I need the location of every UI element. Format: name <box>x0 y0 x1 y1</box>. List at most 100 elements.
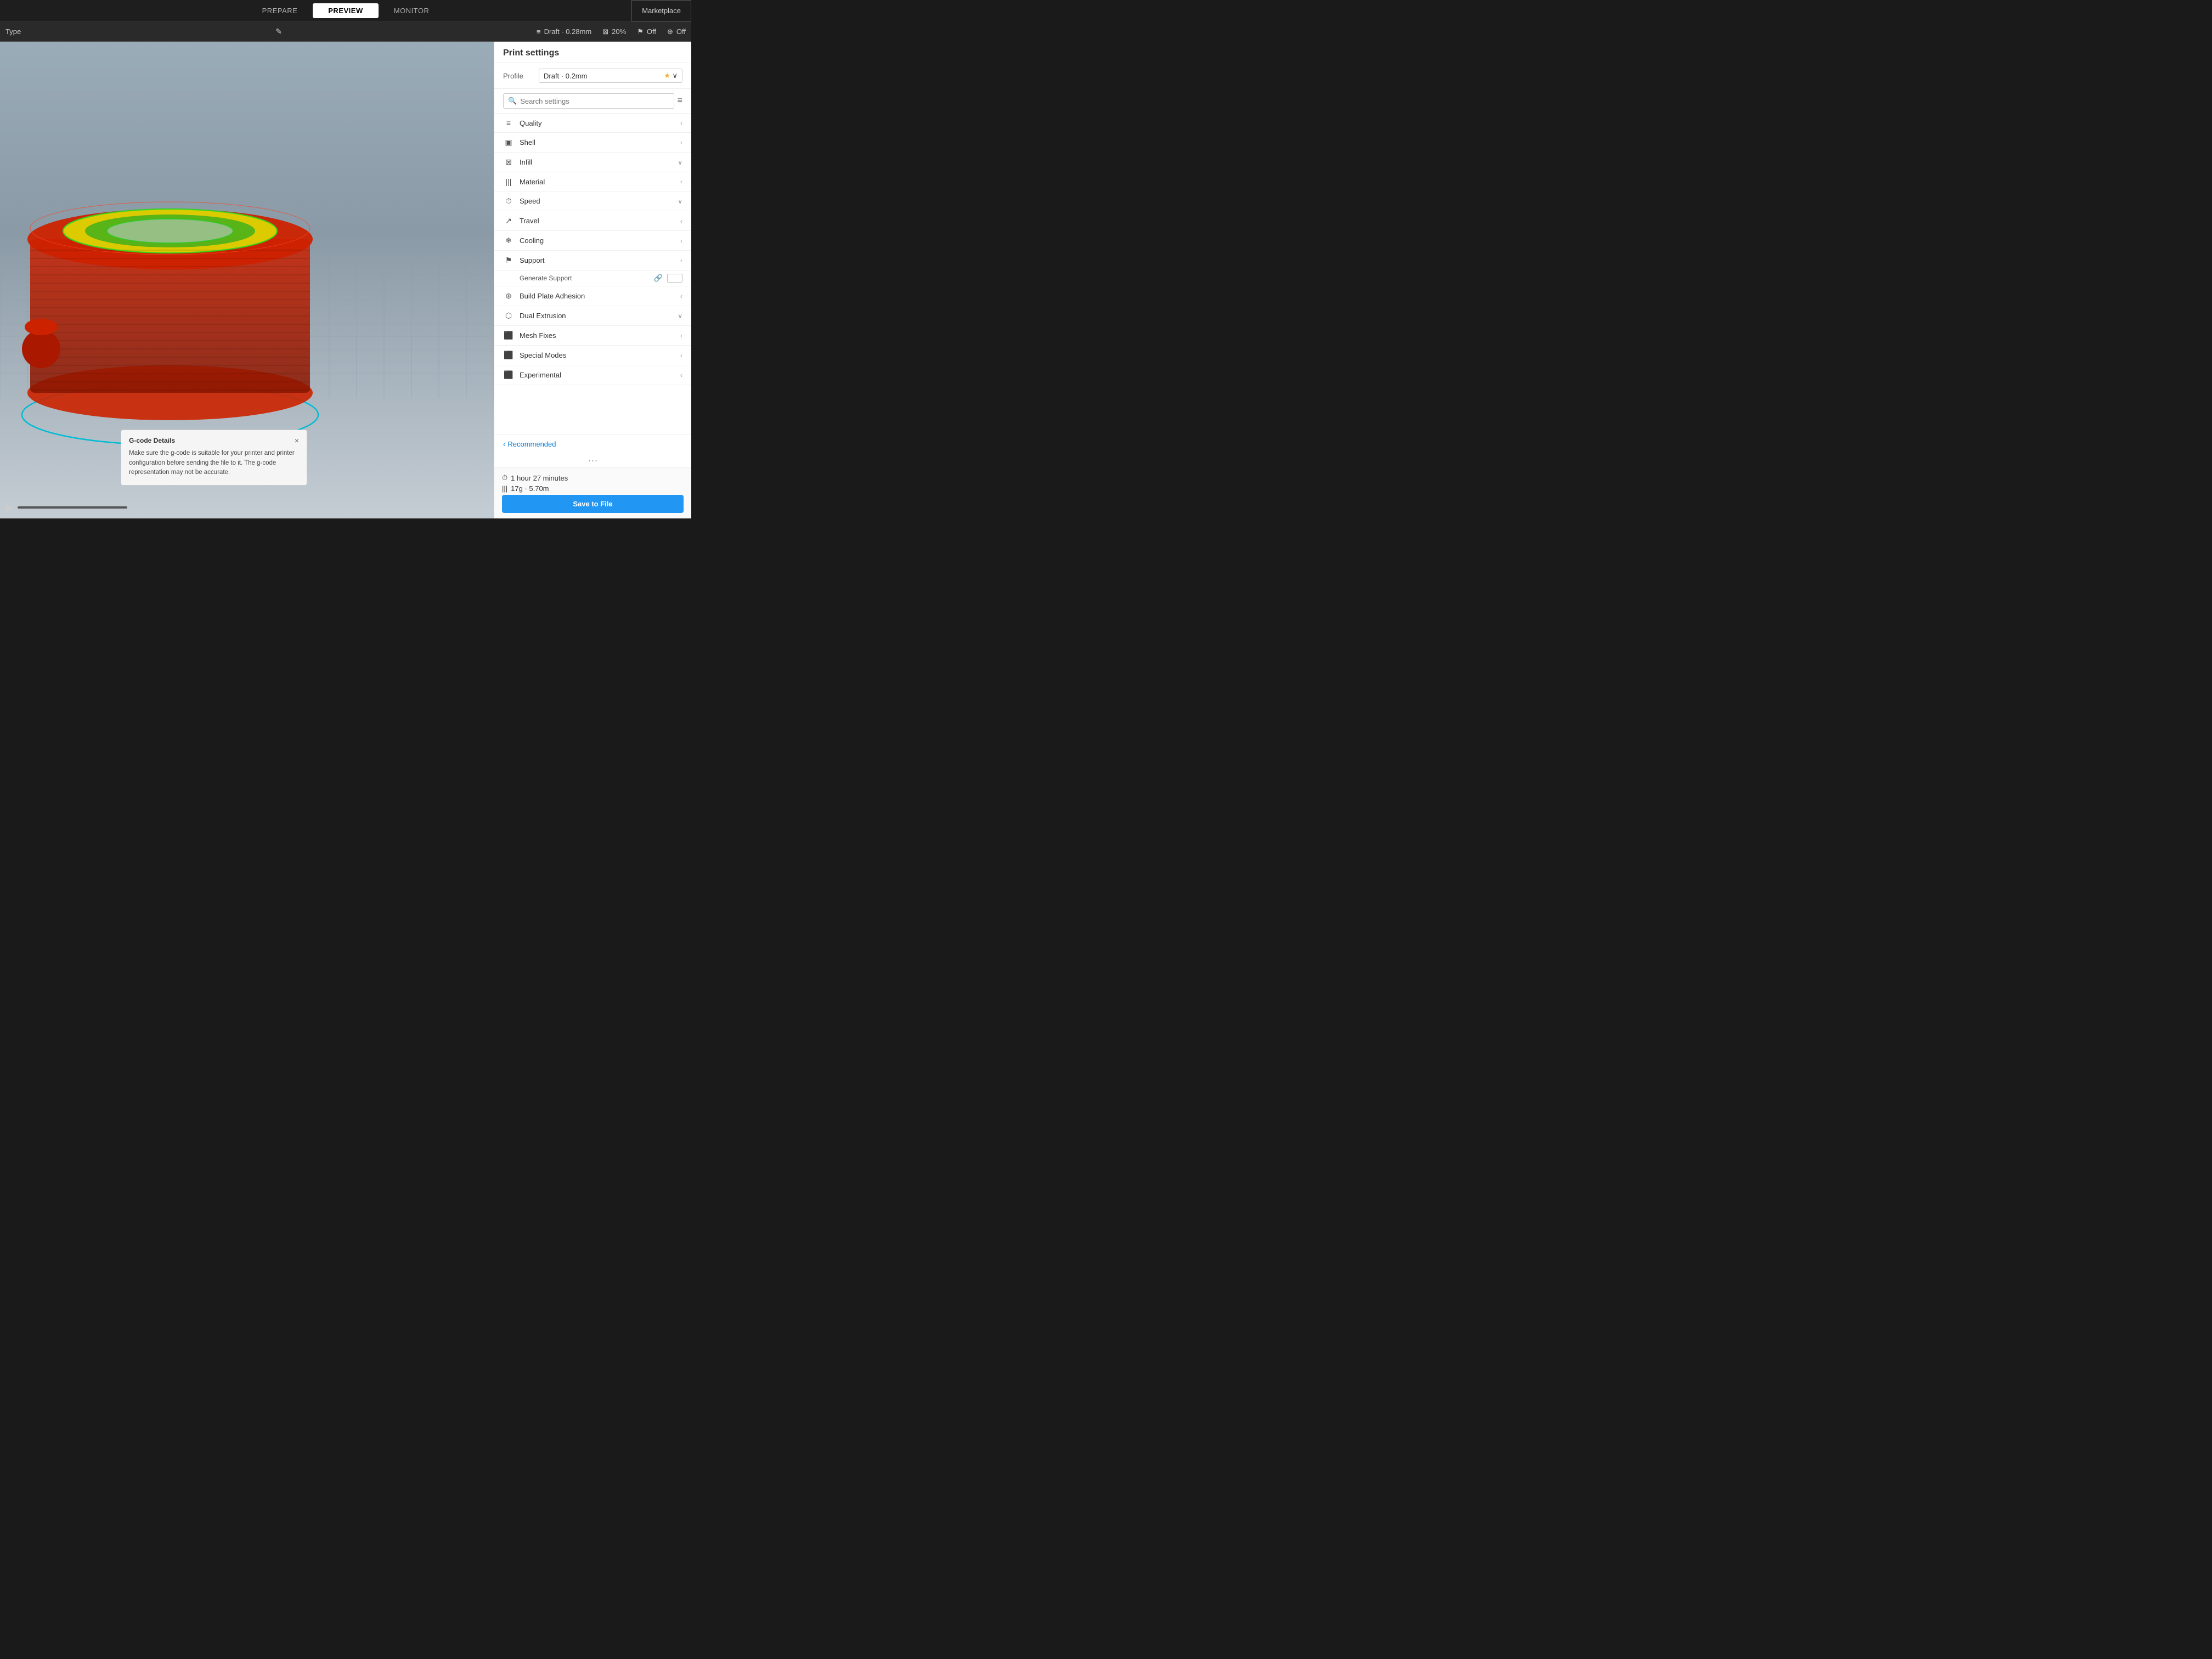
layers-icon: ≡ <box>537 27 541 36</box>
star-icon: ★ <box>664 71 670 80</box>
playback-slider[interactable] <box>18 506 127 509</box>
gcode-popup-header: G-code Details × <box>129 437 299 444</box>
weight-label: 17g · 5.70m <box>511 484 549 493</box>
preview-button[interactable]: PREVIEW <box>313 3 378 18</box>
status-section: ⏱ 1 hour 27 minutes ||| 17g · 5.70m Save… <box>494 467 691 518</box>
support-icon: ⚑ <box>637 27 644 36</box>
profile-row: Profile Draft · 0.2mm ★ ∨ <box>494 63 691 89</box>
generate-support-label: Generate Support <box>520 274 650 282</box>
quality-icon: ≡ <box>503 119 514 127</box>
nav-bar: PREPARE PREVIEW MONITOR <box>247 3 445 18</box>
settings-item-special-modes[interactable]: ⬛ Special Modes ‹ <box>494 346 691 365</box>
settings-item-speed[interactable]: ⏱ Speed ∨ <box>494 191 691 211</box>
support-label: Support <box>520 256 675 264</box>
special-modes-icon: ⬛ <box>503 351 514 360</box>
profile-display[interactable]: ≡ Draft - 0.28mm <box>537 27 591 36</box>
chevron-left-icon: ‹ <box>503 440 505 448</box>
prepare-button[interactable]: PREPARE <box>247 3 313 18</box>
speed-label: Speed <box>520 197 672 205</box>
recommended-link[interactable]: ‹ Recommended <box>503 440 682 448</box>
speed-icon: ⏱ <box>503 196 514 206</box>
settings-item-travel[interactable]: ↗ Travel ‹ <box>494 211 691 231</box>
settings-item-dual-extrusion[interactable]: ⬡ Dual Extrusion ∨ <box>494 306 691 326</box>
build-plate-label: Build Plate Adhesion <box>520 292 675 300</box>
settings-item-shell[interactable]: ▣ Shell ‹ <box>494 133 691 153</box>
settings-item-experimental[interactable]: ⬛ Experimental ‹ <box>494 365 691 385</box>
infill-icon: ⊠ <box>602 27 608 36</box>
profile-select-value: Draft · 0.2mm <box>544 72 587 80</box>
cooling-icon: ❄ <box>503 236 514 245</box>
play-button[interactable]: ▶ <box>5 501 13 513</box>
top-bar: PREPARE PREVIEW MONITOR Marketplace <box>0 0 691 22</box>
weight-icon: ||| <box>502 484 507 493</box>
build-plate-arrow: ‹ <box>680 292 682 300</box>
time-label: 1 hour 27 minutes <box>511 474 568 482</box>
adhesion-value: Off <box>676 27 686 36</box>
experimental-arrow: ‹ <box>680 371 682 379</box>
settings-item-mesh-fixes[interactable]: ⬛ Mesh Fixes ‹ <box>494 326 691 346</box>
generate-support-toggle[interactable] <box>667 274 682 283</box>
mesh-fixes-label: Mesh Fixes <box>520 331 675 340</box>
save-to-file-button[interactable]: Save to File <box>502 495 684 513</box>
gcode-popup-body: Make sure the g-code is suitable for you… <box>129 449 299 477</box>
support-arrow: ‹ <box>680 257 682 264</box>
profile-select[interactable]: Draft · 0.2mm ★ ∨ <box>539 69 682 83</box>
adhesion-display[interactable]: ⊕ Off <box>667 27 686 36</box>
shell-arrow: ‹ <box>680 139 682 146</box>
adhesion-icon: ⊕ <box>667 27 673 36</box>
right-panel: Print settings Profile Draft · 0.2mm ★ ∨… <box>494 42 691 518</box>
mesh-fixes-arrow: ‹ <box>680 332 682 340</box>
quality-arrow: ‹ <box>680 119 682 127</box>
experimental-label: Experimental <box>520 371 675 379</box>
time-row: ⏱ 1 hour 27 minutes <box>502 473 684 482</box>
quality-label: Quality <box>520 119 675 127</box>
search-input-wrap[interactable]: 🔍 <box>503 93 674 109</box>
filter-icon-button[interactable]: ≡ <box>678 96 682 106</box>
dots-row: ··· <box>494 454 691 467</box>
edit-icon[interactable]: ✎ <box>275 27 282 36</box>
travel-arrow: ‹ <box>680 217 682 225</box>
infill-settings-icon: ⊠ <box>503 157 514 167</box>
main-area: G-code Details × Make sure the g-code is… <box>0 42 691 518</box>
settings-item-infill[interactable]: ⊠ Infill ∨ <box>494 153 691 172</box>
settings-item-support[interactable]: ⚑ Support ‹ <box>494 251 691 270</box>
search-icon: 🔍 <box>508 97 517 105</box>
profile-info: ≡ Draft - 0.28mm ⊠ 20% ⚑ Off ⊕ Off <box>537 27 686 36</box>
speed-arrow: ∨ <box>678 198 682 205</box>
experimental-icon: ⬛ <box>503 370 514 380</box>
marketplace-button[interactable]: Marketplace <box>631 0 691 21</box>
chevron-down-icon: ∨ <box>672 71 678 80</box>
dual-extrusion-icon: ⬡ <box>503 311 514 320</box>
settings-item-build-plate[interactable]: ⊕ Build Plate Adhesion ‹ <box>494 286 691 306</box>
support-display[interactable]: ⚑ Off <box>637 27 656 36</box>
support-value: Off <box>647 27 656 36</box>
weight-row: ||| 17g · 5.70m <box>502 484 684 493</box>
support-settings-icon: ⚑ <box>503 256 514 265</box>
monitor-button[interactable]: MONITOR <box>379 3 445 18</box>
settings-item-cooling[interactable]: ❄ Cooling ‹ <box>494 231 691 251</box>
travel-label: Travel <box>520 217 675 225</box>
travel-icon: ↗ <box>503 216 514 225</box>
print-settings-title: Print settings <box>494 42 691 63</box>
infill-arrow: ∨ <box>678 159 682 166</box>
gcode-popup: G-code Details × Make sure the g-code is… <box>121 430 307 486</box>
link-icon[interactable]: 🔗 <box>654 274 663 283</box>
settings-list: ≡ Quality ‹ ▣ Shell ‹ ⊠ Infill ∨ ||| Mat… <box>494 114 691 434</box>
search-row: 🔍 ≡ <box>494 89 691 114</box>
build-plate-icon: ⊕ <box>503 291 514 301</box>
special-modes-arrow: ‹ <box>680 352 682 359</box>
type-label: Type <box>5 27 21 36</box>
secondary-bar: Type ✎ ≡ Draft - 0.28mm ⊠ 20% ⚑ Off ⊕ Of… <box>0 22 691 42</box>
recommended-label: Recommended <box>507 440 556 448</box>
search-settings-input[interactable] <box>520 97 669 105</box>
material-label: Material <box>520 178 675 186</box>
settings-item-material[interactable]: ||| Material ‹ <box>494 172 691 191</box>
infill-value: 20% <box>612 27 626 36</box>
recommended-row: ‹ Recommended <box>494 434 691 454</box>
viewport[interactable]: G-code Details × Make sure the g-code is… <box>0 42 494 518</box>
infill-display[interactable]: ⊠ 20% <box>602 27 626 36</box>
cooling-arrow: ‹ <box>680 237 682 245</box>
profile-label: Profile <box>503 72 533 80</box>
gcode-close-button[interactable]: × <box>295 437 299 444</box>
settings-item-quality[interactable]: ≡ Quality ‹ <box>494 114 691 133</box>
